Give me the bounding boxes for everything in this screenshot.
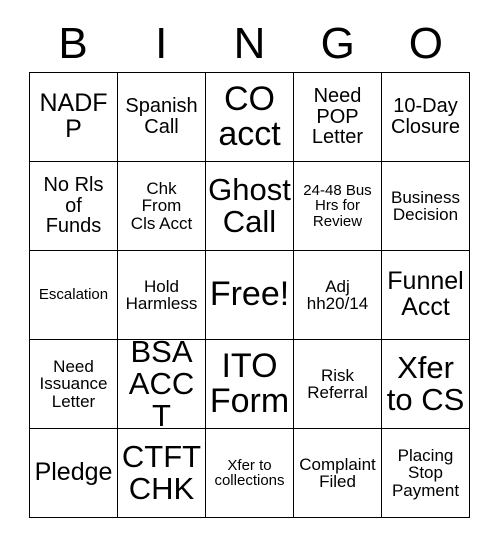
bingo-cell-label: Need Issuance Letter [39, 356, 108, 411]
bingo-cell-label: 24-48 Bus Hrs for Review [303, 181, 372, 230]
bingo-cell-label: NADFP [39, 89, 108, 143]
bingo-cell-label: ITO Form [209, 346, 290, 420]
bingo-cell-i1[interactable]: Spanish Call [118, 73, 206, 162]
bingo-cell-label: Ghost Call [208, 172, 291, 239]
bingo-cell-label: Escalation [38, 286, 109, 304]
bingo-cell-b1[interactable]: NADFP [30, 73, 118, 162]
header-letter-g: G [320, 19, 355, 68]
bingo-cell-b5[interactable]: Pledge [30, 429, 118, 518]
bingo-cell-label: Business Decision [391, 187, 460, 224]
bingo-cell-g2[interactable]: 24-48 Bus Hrs for Review [294, 162, 382, 251]
header-letter-n: N [233, 19, 266, 68]
bingo-cell-n4[interactable]: ITO Form [206, 340, 294, 429]
bingo-cell-b3[interactable]: Escalation [30, 251, 118, 340]
bingo-card: B I N G O NADFP Spanish Call CO acct Nee… [0, 0, 500, 544]
bingo-cell-label: Need POP Letter [311, 85, 364, 149]
bingo-cell-label: Free! [209, 275, 290, 314]
bingo-cell-label: Funnel Acct [387, 267, 464, 321]
bingo-cell-i5[interactable]: CTFT CHK [118, 429, 206, 518]
bingo-cell-o4[interactable]: Xfer to CS [382, 340, 470, 429]
bingo-cell-label: No Rls of Funds [43, 174, 104, 238]
bingo-cell-label: CTFT CHK [121, 439, 202, 506]
bingo-cell-label: Xfer to collections [214, 456, 285, 489]
bingo-cell-g5[interactable]: Complaint Filed [294, 429, 382, 518]
bingo-cell-label: Spanish Call [125, 95, 198, 138]
bingo-cell-label: Pledge [34, 458, 113, 487]
bingo-cell-i3[interactable]: Hold Harmless [118, 251, 206, 340]
bingo-cell-g1[interactable]: Need POP Letter [294, 73, 382, 162]
bingo-cell-label: 10-Day Closure [391, 95, 460, 138]
bingo-grid: NADFP Spanish Call CO acct Need POP Lett… [29, 72, 470, 518]
bingo-cell-label: Risk Referral [307, 365, 368, 402]
bingo-cell-n1[interactable]: CO acct [206, 73, 294, 162]
bingo-cell-label: BSA ACCT [128, 340, 195, 429]
bingo-cell-label: Chk From Cls Acct [130, 178, 193, 233]
bingo-cell-label: Complaint Filed [299, 454, 376, 491]
bingo-cell-label: CO acct [218, 79, 281, 153]
bingo-header-row: B I N G O [29, 16, 470, 72]
bingo-cell-o1[interactable]: 10-Day Closure [382, 73, 470, 162]
bingo-cell-b2[interactable]: No Rls of Funds [30, 162, 118, 251]
bingo-cell-g3[interactable]: Adj hh20/14 [294, 251, 382, 340]
bingo-cell-n5[interactable]: Xfer to collections [206, 429, 294, 518]
bingo-cell-o5[interactable]: Placing Stop Payment [382, 429, 470, 518]
bingo-cell-i2[interactable]: Chk From Cls Acct [118, 162, 206, 251]
bingo-cell-label: Xfer to CS [386, 350, 465, 417]
bingo-cell-b4[interactable]: Need Issuance Letter [30, 340, 118, 429]
bingo-cell-label: Adj hh20/14 [306, 276, 369, 313]
bingo-cell-o3[interactable]: Funnel Acct [382, 251, 470, 340]
bingo-cell-n2[interactable]: Ghost Call [206, 162, 294, 251]
header-letter-o: O [408, 19, 443, 68]
bingo-cell-g4[interactable]: Risk Referral [294, 340, 382, 429]
bingo-cell-o2[interactable]: Business Decision [382, 162, 470, 251]
header-letter-b: B [58, 19, 88, 68]
header-letter-i: I [155, 19, 168, 68]
bingo-cell-label: Hold Harmless [125, 276, 198, 313]
bingo-cell-label: Placing Stop Payment [391, 445, 460, 500]
bingo-cell-i4[interactable]: BSA ACCT [118, 340, 206, 429]
bingo-cell-free-space[interactable]: Free! [206, 251, 294, 340]
